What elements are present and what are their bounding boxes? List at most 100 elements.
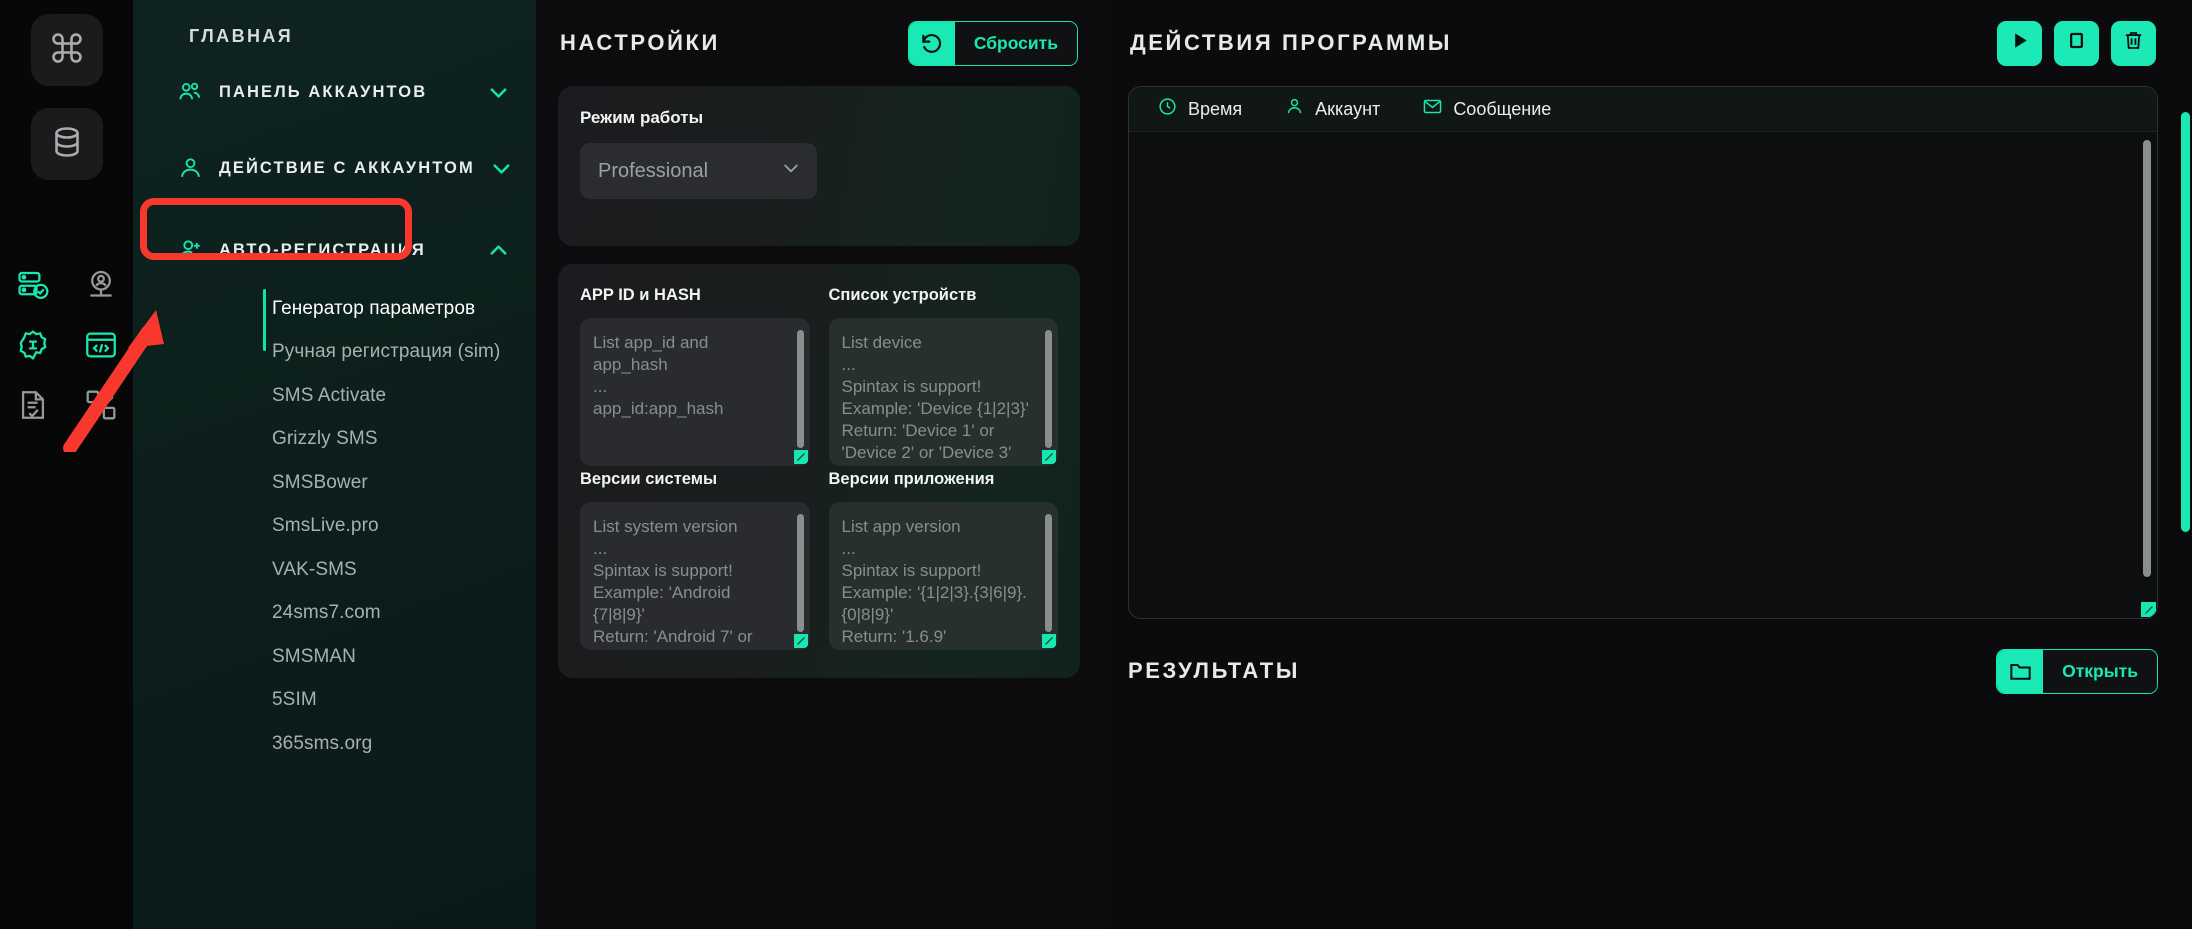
stop-icon bbox=[2065, 29, 2088, 57]
column-label: Сообщение bbox=[1453, 98, 1552, 119]
column-time[interactable]: Время bbox=[1157, 96, 1242, 122]
command-icon bbox=[49, 30, 85, 71]
results-title: РЕЗУЛЬТАТЫ bbox=[1128, 658, 1300, 683]
stop-button[interactable] bbox=[2054, 20, 2099, 66]
program-action-buttons bbox=[1997, 20, 2156, 66]
user-icon bbox=[177, 155, 204, 182]
column-label: Аккаунт bbox=[1315, 98, 1381, 119]
sidebar-group-auto-registration[interactable]: АВТО-РЕГИСТРАЦИЯ bbox=[133, 219, 536, 281]
page-scrollbar[interactable] bbox=[2181, 112, 2190, 532]
annotation-arrow-icon bbox=[63, 310, 164, 452]
icon-rail bbox=[0, 0, 133, 929]
app-root: ГЛАВНАЯ ПАНЕЛЬ АККАУНТОВ ДЕЙСТВИЕ С АККА… bbox=[0, 0, 2192, 929]
sidebar-group-label: АВТО-РЕГИСТРАЦИЯ bbox=[219, 240, 426, 259]
delete-button[interactable] bbox=[2111, 20, 2156, 66]
page-title: НАСТРОЙКИ bbox=[560, 30, 720, 55]
sidebar-item-vak-sms[interactable]: VAK-SMS bbox=[133, 548, 536, 592]
settings-panel: НАСТРОЙКИ Сбросить Режим работы Professi… bbox=[536, 0, 1106, 929]
reset-icon bbox=[908, 21, 955, 65]
mode-card: Режим работы Professional bbox=[558, 86, 1080, 246]
app-id-hash-field: APP ID и HASH List app_id and app_hash .… bbox=[580, 286, 810, 466]
database-button[interactable] bbox=[30, 108, 103, 180]
scrollbar[interactable] bbox=[1045, 330, 1052, 448]
scrollbar[interactable] bbox=[1045, 514, 1052, 632]
device-list-label: Список устройств bbox=[828, 286, 977, 304]
system-versions-field: Версии системы List system version ... S… bbox=[580, 470, 810, 650]
log-scrollbar[interactable] bbox=[2143, 140, 2151, 577]
program-actions-title: ДЕЙСТВИЯ ПРОГРАММЫ bbox=[1130, 30, 1452, 55]
sidebar-item-manual-registration[interactable]: Ручная регистрация (sim) bbox=[133, 331, 536, 375]
users-icon bbox=[177, 79, 204, 106]
system-versions-textarea[interactable]: List system version ... Spintax is suppo… bbox=[580, 502, 810, 650]
parameters-card: APP ID и HASH List app_id and app_hash .… bbox=[558, 264, 1080, 678]
log-table-header: Время Аккаунт Сообщение bbox=[1129, 87, 2157, 132]
app-versions-label: Версии приложения bbox=[828, 470, 995, 488]
sidebar-item-smsbower[interactable]: SMSBower bbox=[133, 461, 536, 505]
mode-select-value: Professional bbox=[598, 159, 709, 182]
sidebar-item-parameter-generator[interactable]: Генератор параметров bbox=[133, 287, 536, 331]
sidebar-item-smslive-pro[interactable]: SmsLive.pro bbox=[133, 505, 536, 549]
program-actions-panel: ДЕЙСТВИЯ ПРОГРАММЫ Время Аккаунт Сообщен… bbox=[1106, 0, 2192, 929]
sidebar-group-label: ДЕЙСТВИЕ С АККАУНТОМ bbox=[219, 158, 475, 177]
sidebar-item-5sim[interactable]: 5SIM bbox=[133, 679, 536, 723]
sidebar-item-sms-activate[interactable]: SMS Activate bbox=[133, 374, 536, 418]
resize-handle-icon[interactable] bbox=[1042, 634, 1056, 648]
resize-handle-icon[interactable] bbox=[793, 634, 808, 648]
chevron-down-icon bbox=[781, 158, 801, 184]
play-button[interactable] bbox=[1997, 20, 2042, 66]
column-message[interactable]: Сообщение bbox=[1422, 96, 1551, 122]
chevron-up-icon[interactable] bbox=[487, 239, 510, 262]
scrollbar[interactable] bbox=[796, 514, 804, 632]
server-check-icon[interactable] bbox=[16, 268, 50, 302]
envelope-icon bbox=[1422, 96, 1443, 122]
reset-button[interactable]: Сбросить bbox=[907, 20, 1078, 66]
app-versions-field: Версии приложения List app version ... S… bbox=[828, 470, 1058, 650]
chevron-down-icon[interactable] bbox=[487, 81, 510, 104]
clock-icon bbox=[1157, 96, 1178, 122]
device-list-field: Список устройств List device ... Spintax… bbox=[828, 286, 1058, 466]
log-table: Время Аккаунт Сообщение bbox=[1128, 86, 2158, 619]
device-list-textarea[interactable]: List device ... Spintax is support! Exam… bbox=[828, 318, 1058, 466]
sidebar: ГЛАВНАЯ ПАНЕЛЬ АККАУНТОВ ДЕЙСТВИЕ С АККА… bbox=[133, 0, 536, 929]
trash-icon bbox=[2122, 29, 2145, 57]
resize-handle-icon[interactable] bbox=[2141, 602, 2156, 617]
sidebar-item-grizzly-sms[interactable]: Grizzly SMS bbox=[133, 418, 536, 462]
column-account[interactable]: Аккаунт bbox=[1284, 96, 1380, 122]
sidebar-group-accounts-panel[interactable]: ПАНЕЛЬ АККАУНТОВ bbox=[133, 61, 536, 123]
command-button[interactable] bbox=[30, 14, 103, 86]
sidebar-item-smsman[interactable]: SMSMAN bbox=[133, 635, 536, 679]
results-header: РЕЗУЛЬТАТЫ Открыть bbox=[1128, 619, 2158, 723]
sidebar-item-24sms7[interactable]: 24sms7.com bbox=[133, 592, 536, 636]
textarea-grid: APP ID и HASH List app_id and app_hash .… bbox=[580, 286, 1058, 654]
sidebar-group-label: ПАНЕЛЬ АККАУНТОВ bbox=[219, 82, 428, 101]
open-button-label: Открыть bbox=[2043, 649, 2157, 693]
sidebar-title: ГЛАВНАЯ bbox=[189, 26, 294, 46]
app-versions-textarea[interactable]: List app version ... Spintax is support!… bbox=[828, 502, 1058, 650]
scrollbar[interactable] bbox=[796, 330, 804, 448]
placeholder-text: List system version ... Spintax is suppo… bbox=[593, 517, 776, 650]
settings-gear-icon[interactable] bbox=[16, 328, 50, 362]
app-id-hash-textarea[interactable]: List app_id and app_hash ... app_id:app_… bbox=[580, 318, 810, 466]
sidebar-item-365sms[interactable]: 365sms.org bbox=[133, 722, 536, 766]
folder-icon bbox=[1997, 649, 2044, 693]
sidebar-sub-list: Генератор параметров Ручная регистрация … bbox=[133, 287, 536, 766]
program-actions-header: ДЕЙСТВИЯ ПРОГРАММЫ bbox=[1128, 0, 2158, 86]
play-icon bbox=[2008, 29, 2031, 57]
document-check-icon[interactable] bbox=[16, 388, 50, 422]
user-icon bbox=[1284, 96, 1305, 122]
resize-handle-icon[interactable] bbox=[1042, 450, 1056, 464]
active-indicator bbox=[263, 289, 266, 351]
mode-label: Режим работы bbox=[580, 108, 704, 127]
mode-select[interactable]: Professional bbox=[580, 143, 817, 199]
app-id-hash-label: APP ID и HASH bbox=[580, 286, 701, 304]
open-button[interactable]: Открыть bbox=[1996, 648, 2158, 694]
chevron-down-icon[interactable] bbox=[490, 157, 513, 180]
placeholder-text: List app_id and app_hash ... app_id:app_… bbox=[593, 333, 724, 419]
column-label: Время bbox=[1188, 98, 1243, 119]
placeholder-text: List app version ... Spintax is support!… bbox=[841, 517, 1027, 647]
database-icon bbox=[49, 124, 85, 165]
resize-handle-icon[interactable] bbox=[793, 450, 808, 464]
placeholder-text: List device ... Spintax is support! Exam… bbox=[841, 333, 1029, 463]
system-versions-label: Версии системы bbox=[580, 470, 718, 488]
sidebar-group-account-action[interactable]: ДЕЙСТВИЕ С АККАУНТОМ bbox=[133, 137, 536, 199]
